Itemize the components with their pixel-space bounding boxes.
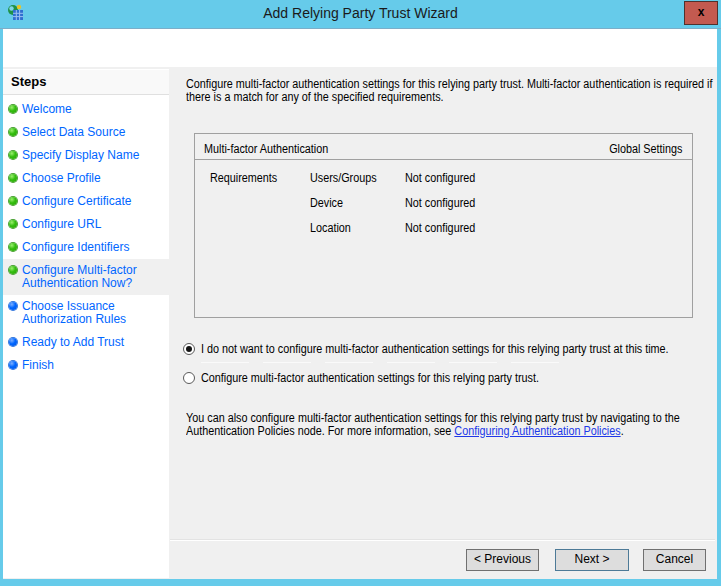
step-pending-bullet-icon xyxy=(9,338,17,346)
step-choose-profile[interactable]: Choose Profile xyxy=(3,167,169,185)
step-pending-bullet-icon xyxy=(9,302,17,310)
step-done-bullet-icon xyxy=(9,174,17,182)
step-done-bullet-icon xyxy=(9,128,17,136)
footer-separator-highlight xyxy=(170,540,715,541)
mfa-row-device: Device Not configured xyxy=(195,185,692,210)
row-value: Not configured xyxy=(405,221,475,235)
steps-list: Welcome Select Data Source Specify Displ… xyxy=(3,98,169,377)
radio-no-mfa-label[interactable]: I do not want to configure multi-factor … xyxy=(201,343,669,356)
step-done-bullet-icon xyxy=(9,243,17,251)
step-done-bullet-icon xyxy=(9,266,17,274)
step-specify-display-name[interactable]: Specify Display Name xyxy=(3,144,169,162)
step-done-bullet-icon xyxy=(9,151,17,159)
step-configure-certificate[interactable]: Configure Certificate xyxy=(3,190,169,208)
radio-configure-mfa-label[interactable]: Configure multi-factor authentication se… xyxy=(201,372,539,385)
wizard-window: Add Relying Party Trust Wizard x Steps W… xyxy=(0,0,721,586)
steps-heading: Steps xyxy=(3,70,169,95)
step-configure-url[interactable]: Configure URL xyxy=(3,213,169,231)
intro-line2: there is a match for any of the specifie… xyxy=(186,91,444,104)
step-pending-bullet-icon xyxy=(9,361,17,369)
step-finish[interactable]: Finish xyxy=(3,354,169,372)
row-name: Users/Groups xyxy=(310,171,377,185)
mfa-header-global-settings: Global Settings xyxy=(609,142,682,156)
window-title: Add Relying Party Trust Wizard xyxy=(0,5,721,21)
header-band xyxy=(3,29,717,67)
row-value: Not configured xyxy=(405,196,475,210)
titlebar: Add Relying Party Trust Wizard x xyxy=(0,0,721,29)
step-ready-to-add-trust[interactable]: Ready to Add Trust xyxy=(3,331,169,349)
mfa-row-users-groups: Requirements Users/Groups Not configured xyxy=(195,160,692,185)
configuring-auth-policies-link[interactable]: Configuring Authentication Policies xyxy=(454,424,620,438)
step-configure-identifiers[interactable]: Configure Identifiers xyxy=(3,236,169,254)
mfa-header-title: Multi-factor Authentication xyxy=(204,142,328,156)
radio-focus-underline xyxy=(201,362,561,363)
footnote-line2: Authentication Policies node. For more i… xyxy=(186,425,624,438)
requirements-label: Requirements xyxy=(210,171,277,185)
step-done-bullet-icon xyxy=(9,197,17,205)
mfa-row-location: Location Not configured xyxy=(195,210,692,235)
step-done-bullet-icon xyxy=(9,220,17,228)
step-choose-issuance-rules[interactable]: Choose Issuance Authorization Rules xyxy=(3,295,169,326)
radio-configure-mfa[interactable] xyxy=(183,372,195,384)
radio-no-mfa[interactable] xyxy=(183,343,195,355)
step-welcome[interactable]: Welcome xyxy=(3,98,169,116)
previous-button[interactable]: < Previous xyxy=(466,549,539,571)
row-value: Not configured xyxy=(405,171,475,185)
mfa-panel-header: Multi-factor Authentication Global Setti… xyxy=(195,134,692,160)
cancel-button[interactable]: Cancel xyxy=(643,549,706,571)
step-done-bullet-icon xyxy=(9,105,17,113)
step-configure-multifactor-current[interactable]: Configure Multi-factor Authentication No… xyxy=(3,259,169,295)
row-name: Device xyxy=(310,196,343,210)
step-select-data-source[interactable]: Select Data Source xyxy=(3,121,169,139)
close-button[interactable]: x xyxy=(684,1,718,25)
steps-sidebar: Steps Welcome Select Data Source Specify… xyxy=(3,69,169,578)
next-button[interactable]: Next > xyxy=(555,549,629,571)
row-name: Location xyxy=(310,221,351,235)
mfa-requirements-rows: Requirements Users/Groups Not configured… xyxy=(195,160,692,235)
mfa-settings-panel: Multi-factor Authentication Global Setti… xyxy=(194,133,693,318)
